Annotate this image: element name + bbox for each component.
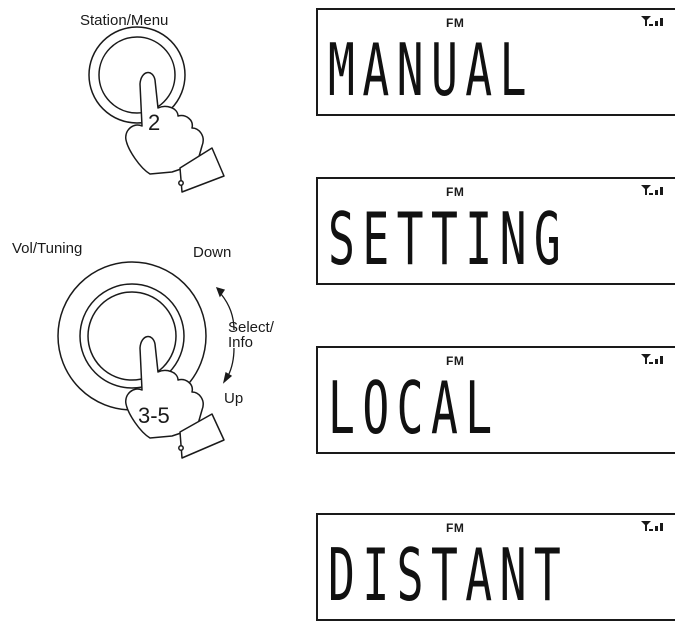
pointing-hand-icon: [125, 335, 225, 459]
signal-strength-icon: [641, 354, 663, 364]
lcd-display: FM SETTING: [316, 177, 675, 285]
vol-tuning-label: Vol/Tuning: [12, 240, 83, 257]
direction-up-label: Up: [224, 390, 244, 407]
lcd-message: LOCAL: [328, 366, 500, 450]
lcd-message: MANUAL: [328, 28, 534, 112]
signal-strength-icon: [641, 521, 663, 531]
lcd-message: DISTANT: [328, 533, 569, 617]
station-menu-label: Station/Menu: [80, 12, 169, 29]
control-illustrations: [57, 26, 235, 459]
station-step-number: 2: [148, 110, 161, 135]
knob-step-number: 3-5: [138, 403, 170, 428]
lcd-display: FM DISTANT: [316, 513, 675, 621]
direction-down-label: Down: [193, 244, 232, 261]
signal-strength-icon: [641, 185, 663, 195]
lcd-display: FM MANUAL: [316, 8, 675, 116]
lcd-message: SETTING: [328, 197, 569, 281]
signal-strength-icon: [641, 16, 663, 26]
direction-select-info-label: Select/ Info: [228, 319, 274, 351]
lcd-display: FM LOCAL: [316, 346, 675, 454]
pointing-hand-icon: [125, 71, 225, 193]
